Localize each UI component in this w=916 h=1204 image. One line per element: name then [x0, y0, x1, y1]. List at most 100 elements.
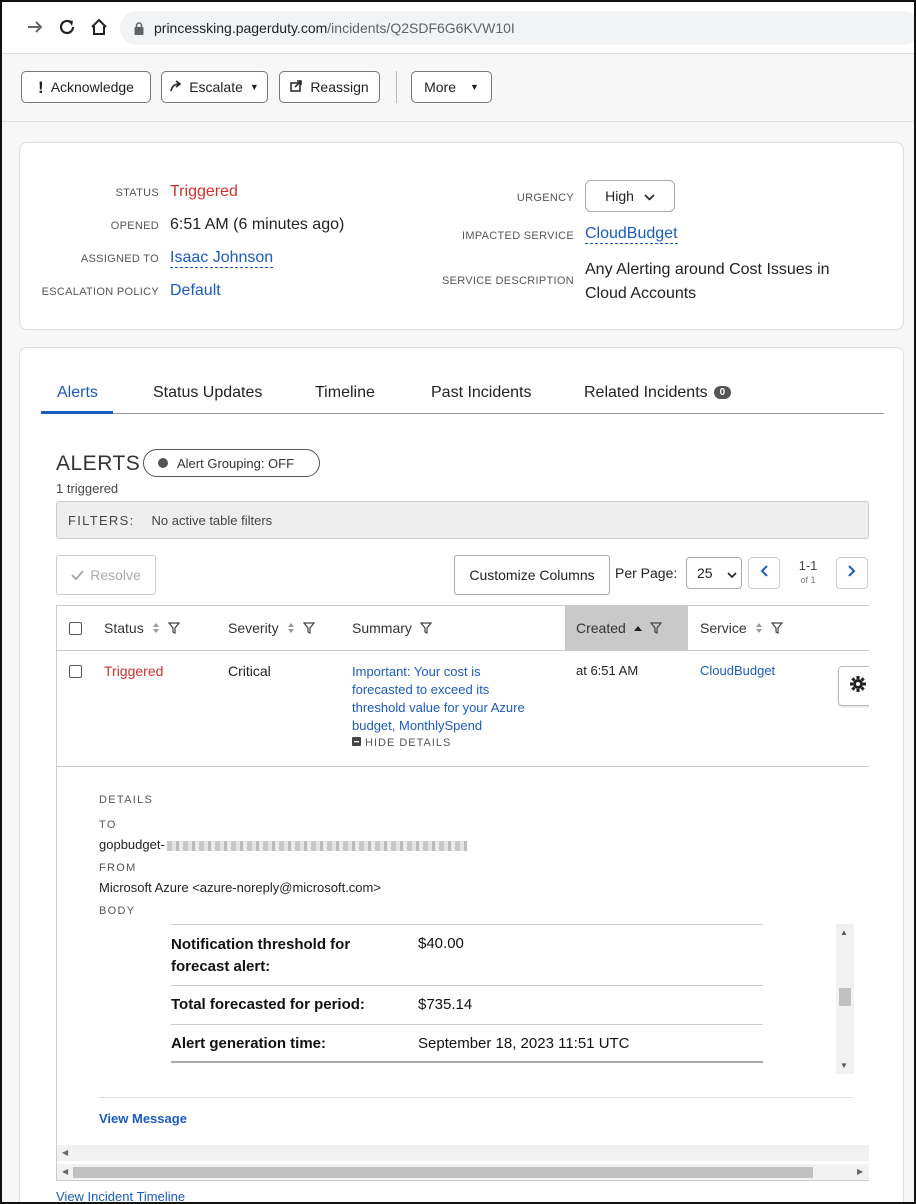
table-horizontal-scrollbar[interactable]: ◀ ▶ [57, 1164, 869, 1180]
summary-line: forecasted to exceed its [352, 682, 490, 697]
resolve-button[interactable]: Resolve [56, 555, 156, 595]
view-incident-timeline-link[interactable]: View Incident Timeline [56, 1189, 185, 1202]
scroll-right-arrow-icon[interactable]: ▶ [857, 1167, 863, 1176]
caret-down-icon: ▼ [249, 82, 259, 92]
column-status[interactable]: Status [104, 606, 180, 650]
summary-line: threshold value for your Azure [352, 700, 525, 715]
column-status-label: Status [104, 620, 144, 636]
urgency-dropdown[interactable]: High [585, 180, 675, 212]
customize-columns-button[interactable]: Customize Columns [454, 555, 610, 595]
row-severity: Critical [228, 663, 271, 679]
acknowledge-button[interactable]: ! Acknowledge [21, 71, 151, 103]
column-severity[interactable]: Severity [228, 606, 315, 650]
forward-arrow-icon[interactable] [22, 14, 48, 40]
per-page-select[interactable]: 25 [686, 557, 742, 589]
exclamation-icon: ! [38, 77, 44, 97]
filter-icon[interactable] [770, 622, 783, 634]
scrollbar-thumb[interactable] [839, 988, 851, 1006]
summary-line: Important: Your cost is [352, 664, 481, 679]
scroll-left-arrow-icon[interactable]: ◀ [62, 1167, 68, 1176]
filter-icon[interactable] [167, 622, 180, 634]
url-path: /incidents/Q2SDF6G6KVW10I [327, 20, 515, 36]
reload-icon[interactable] [54, 14, 80, 40]
app-frame: princessking.pagerduty.com/incidents/Q2S… [0, 0, 916, 1204]
filters-bar: FILTERS: No active table filters [56, 501, 869, 539]
per-page-value: 25 [697, 565, 713, 581]
escalate-label: Escalate [189, 79, 243, 95]
alerts-heading: ALERTS [56, 452, 141, 475]
escalation-policy-link[interactable]: Default [170, 282, 221, 300]
filter-icon[interactable] [302, 622, 315, 634]
toolbar-divider [396, 71, 397, 103]
row-checkbox[interactable] [69, 665, 82, 678]
incident-toolbar: ! Acknowledge Escalate ▼ Reassign More ▼ [2, 54, 914, 122]
column-service[interactable]: Service [700, 606, 783, 650]
tab-related-incidents-label: Related Incidents [584, 384, 708, 401]
resolve-label: Resolve [90, 567, 141, 583]
prev-page-button[interactable] [748, 557, 780, 589]
tab-alerts[interactable]: Alerts [57, 384, 98, 402]
body-row: Total forecasted for period: $735.14 [171, 985, 763, 1024]
sort-ascending-icon[interactable] [633, 625, 642, 631]
alert-grouping-label: Alert Grouping: OFF [177, 455, 295, 471]
from-label: FROM [99, 862, 137, 874]
select-all-checkbox[interactable] [69, 606, 82, 650]
column-severity-label: Severity [228, 620, 279, 636]
alert-summary-link[interactable]: Important: Your cost is forecasted to ex… [352, 663, 552, 735]
row-service-link[interactable]: CloudBudget [700, 663, 775, 678]
service-description-line: Cloud Accounts [585, 285, 697, 302]
chevron-left-icon [760, 564, 768, 582]
status-dot-icon [158, 458, 168, 468]
email-body-frame: Notification threshold for forecast aler… [99, 924, 854, 1074]
filter-icon[interactable] [649, 622, 662, 634]
pagination-info: 1-1 of 1 [790, 559, 826, 587]
status-label: STATUS [115, 187, 159, 199]
row-actions-button[interactable] [838, 666, 869, 706]
address-bar[interactable]: princessking.pagerduty.com/incidents/Q2S… [120, 11, 914, 45]
caret-down-icon: ▼ [469, 82, 479, 92]
checkbox[interactable] [69, 621, 82, 635]
assigned-user-link[interactable]: Isaac Johnson [170, 249, 274, 268]
per-page-label: Per Page: [615, 565, 678, 581]
redacted-block [166, 840, 467, 851]
tab-related-incidents[interactable]: Related Incidents 0 [584, 384, 732, 402]
reassign-button[interactable]: Reassign [279, 71, 380, 103]
filter-icon[interactable] [419, 622, 432, 634]
column-created[interactable]: Created [565, 606, 688, 650]
hide-details-label: HIDE DETAILS [365, 737, 452, 749]
incident-details-card: STATUS Triggered OPENED 6:51 AM (6 minut… [19, 142, 904, 330]
body-row: Notification threshold for forecast aler… [171, 924, 763, 985]
body-row: Alert generation time: September 18, 202… [171, 1024, 763, 1063]
tab-past-incidents[interactable]: Past Incidents [431, 384, 532, 402]
sort-icon[interactable] [287, 622, 295, 634]
page-of: of 1 [800, 575, 816, 585]
email-body-table: Notification threshold for forecast aler… [171, 924, 763, 1063]
tab-status-updates[interactable]: Status Updates [153, 384, 262, 402]
home-icon[interactable] [86, 14, 112, 40]
scroll-up-arrow-icon[interactable]: ▲ [840, 928, 848, 937]
impacted-service-link[interactable]: CloudBudget [585, 225, 678, 244]
filters-value: No active table filters [151, 512, 273, 528]
scroll-down-arrow-icon[interactable]: ▼ [840, 1061, 848, 1070]
inner-horizontal-scrollbar[interactable]: ◀ [57, 1145, 869, 1161]
column-summary[interactable]: Summary [352, 606, 432, 650]
incident-tabs: Alerts Status Updates Timeline Past Inci… [41, 384, 884, 414]
alert-grouping-toggle[interactable]: Alert Grouping: OFF [143, 449, 320, 477]
body-row-value: September 18, 2023 11:51 UTC [418, 1035, 630, 1052]
body-row-value: $40.00 [418, 935, 464, 952]
incident-opened: 6:51 AM (6 minutes ago) [170, 216, 345, 233]
gear-icon [850, 675, 866, 697]
body-row-key-line: forecast alert: [171, 958, 271, 975]
hide-details-toggle[interactable]: HIDE DETAILS [352, 737, 451, 749]
escalate-button[interactable]: Escalate ▼ [161, 71, 268, 103]
sort-icon[interactable] [152, 622, 160, 634]
tab-timeline[interactable]: Timeline [315, 384, 375, 402]
scrollbar-thumb[interactable] [73, 1167, 813, 1178]
scroll-left-arrow-icon[interactable]: ◀ [62, 1148, 68, 1157]
more-button[interactable]: More ▼ [411, 71, 492, 103]
next-page-button[interactable] [836, 557, 868, 589]
from-value: Microsoft Azure <azure-noreply@microsoft… [99, 880, 381, 895]
sort-icon[interactable] [755, 622, 763, 634]
body-scrollbar[interactable]: ▲ ▼ [836, 924, 854, 1074]
view-message-link[interactable]: View Message [99, 1111, 187, 1126]
